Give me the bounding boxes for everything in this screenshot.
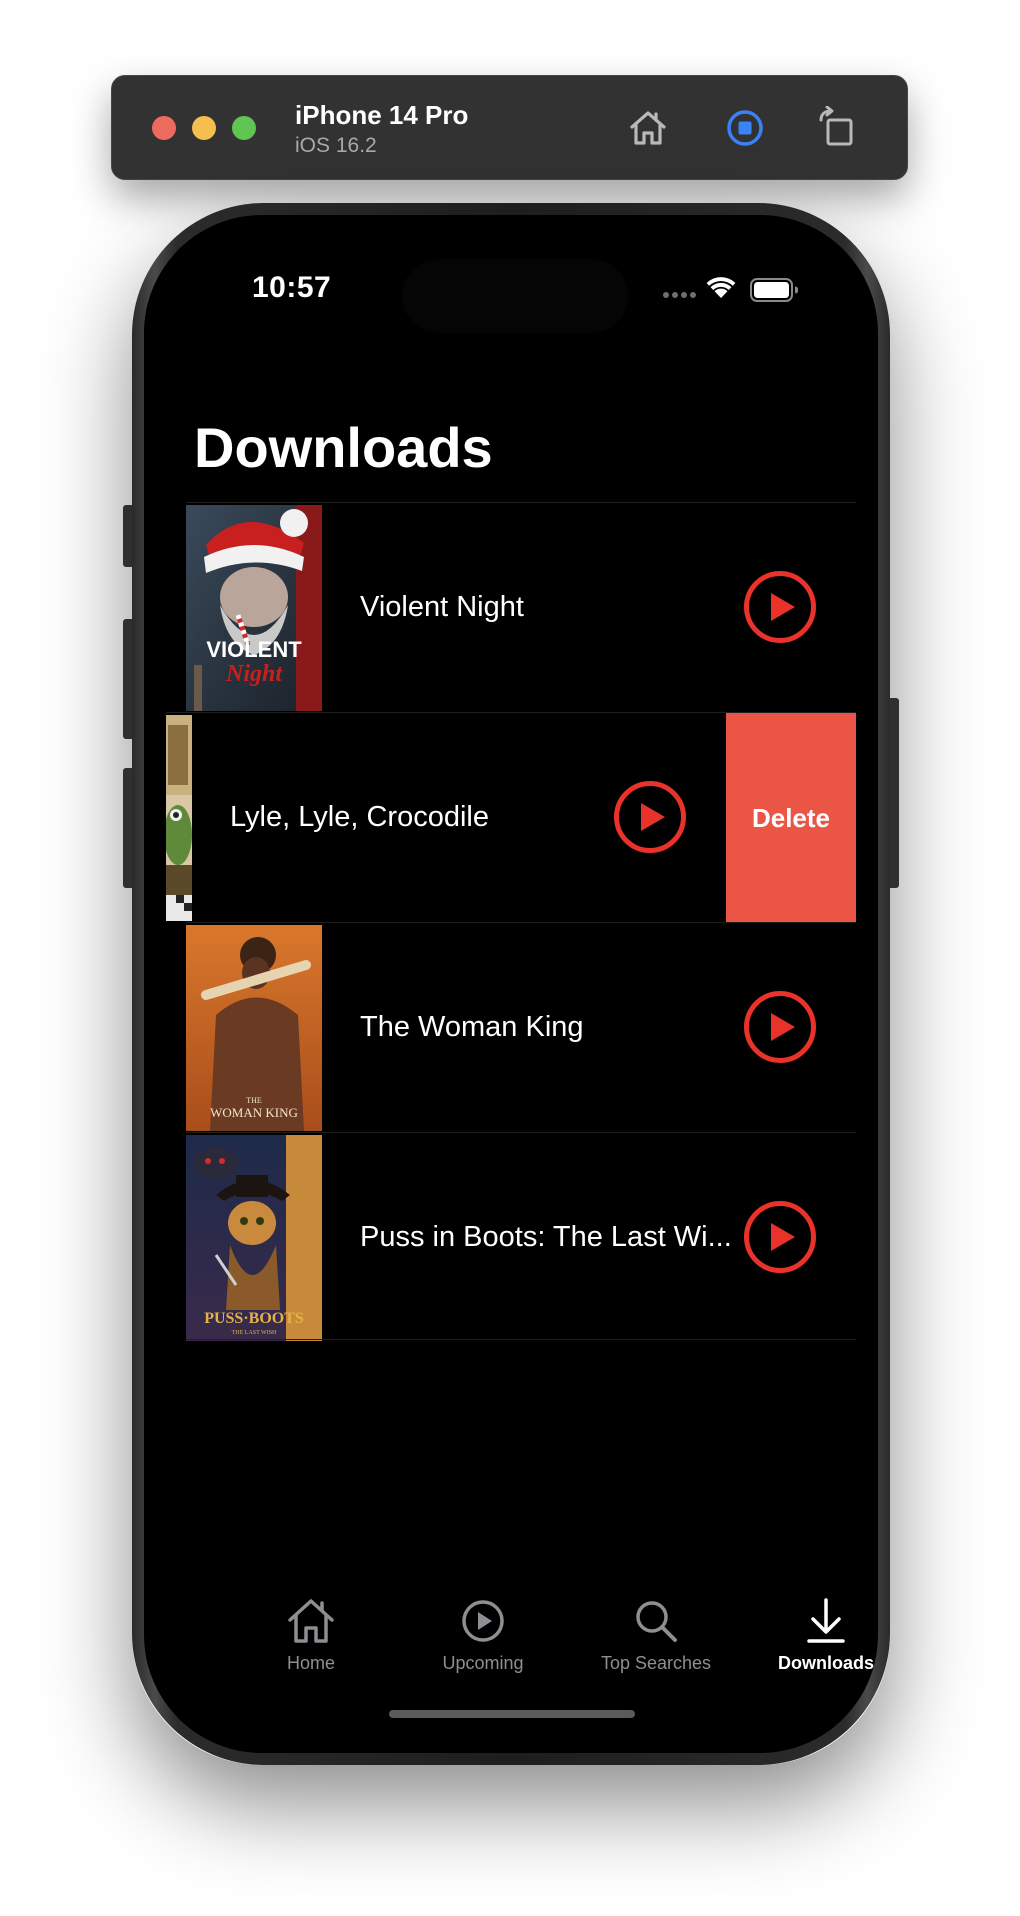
play-icon: [771, 593, 795, 621]
play-circle-icon: [462, 1600, 504, 1642]
download-title: Violent Night: [360, 591, 524, 623]
tab-label: Home: [286, 1653, 335, 1673]
svg-text:THE: THE: [246, 1096, 262, 1105]
battery-icon: [750, 278, 798, 302]
play-button[interactable]: [744, 991, 816, 1063]
tab-top-searches[interactable]: Top Searches: [571, 1595, 741, 1674]
os-version: iOS 16.2: [295, 134, 377, 157]
download-row-violent-night[interactable]: VIOLENT Night Violent Night: [186, 502, 856, 712]
tab-label: Top Searches: [600, 1653, 712, 1673]
play-button[interactable]: [744, 571, 816, 643]
svg-text:THE LAST WISH: THE LAST WISH: [232, 1330, 277, 1336]
play-icon: [641, 803, 665, 831]
download-title: Lyle, Lyle, Crocodile: [230, 801, 489, 833]
simulator-home-icon[interactable]: [626, 106, 670, 150]
list-separator: [186, 1339, 856, 1340]
close-window-button[interactable]: [152, 116, 176, 140]
zoom-window-button[interactable]: [232, 116, 256, 140]
download-row-lyle-lyle-crocodile[interactable]: Lyle, Lyle, Crocodile Delete: [166, 712, 856, 922]
home-indicator[interactable]: [389, 1710, 635, 1718]
puss-in-boots-poster: PUSS·BOOTS THE LAST WISH: [186, 1135, 322, 1341]
tab-downloads[interactable]: Downloads: [741, 1595, 878, 1674]
download-row-puss-in-boots[interactable]: PUSS·BOOTS THE LAST WISH Puss in Boots: …: [186, 1132, 856, 1342]
download-row-the-woman-king[interactable]: THE WOMAN KING The Woman King: [186, 922, 856, 1132]
arrow-down-to-line-icon: [807, 1598, 845, 1643]
minimize-window-button[interactable]: [192, 116, 216, 140]
simulator-rotate-icon[interactable]: [815, 106, 859, 150]
the-woman-king-poster: THE WOMAN KING: [186, 925, 322, 1131]
page-title: Downloads: [194, 416, 493, 479]
device-name: iPhone 14 Pro: [295, 100, 469, 130]
cellular-signal-icon: [663, 292, 696, 298]
tab-label: Upcoming: [442, 1653, 524, 1673]
svg-text:WOMAN KING: WOMAN KING: [210, 1105, 298, 1120]
simulator-screenshot-icon[interactable]: [723, 106, 767, 150]
magnifyingglass-icon: [636, 1601, 677, 1642]
lyle-lyle-crocodile-poster: [166, 715, 192, 921]
play-icon: [771, 1223, 795, 1251]
download-title: The Woman King: [360, 1011, 584, 1043]
svg-text:Night: Night: [225, 661, 283, 687]
download-title: Puss in Boots: The Last Wi...: [360, 1221, 732, 1253]
play-button[interactable]: [614, 781, 686, 853]
play-button[interactable]: [744, 1201, 816, 1273]
tab-upcoming[interactable]: Upcoming: [398, 1595, 568, 1674]
wifi-icon: [706, 277, 736, 298]
status-time: 10:57: [252, 271, 332, 304]
dynamic-island: [402, 259, 628, 333]
phone-screen: 10:57 Downloads VIOLENT Night Violent Ni…: [144, 215, 878, 1753]
house-icon: [288, 1599, 334, 1643]
svg-text:VIOLENT: VIOLENT: [206, 637, 302, 662]
play-icon: [771, 1013, 795, 1041]
svg-text:PUSS·BOOTS: PUSS·BOOTS: [204, 1310, 304, 1327]
tab-home[interactable]: Home: [226, 1595, 396, 1674]
delete-swipe-button[interactable]: Delete: [726, 713, 856, 922]
tab-label: Downloads: [777, 1653, 874, 1673]
simulator-title-bar: iPhone 14 Pro iOS 16.2: [111, 75, 908, 180]
violent-night-poster: VIOLENT Night: [186, 505, 322, 711]
